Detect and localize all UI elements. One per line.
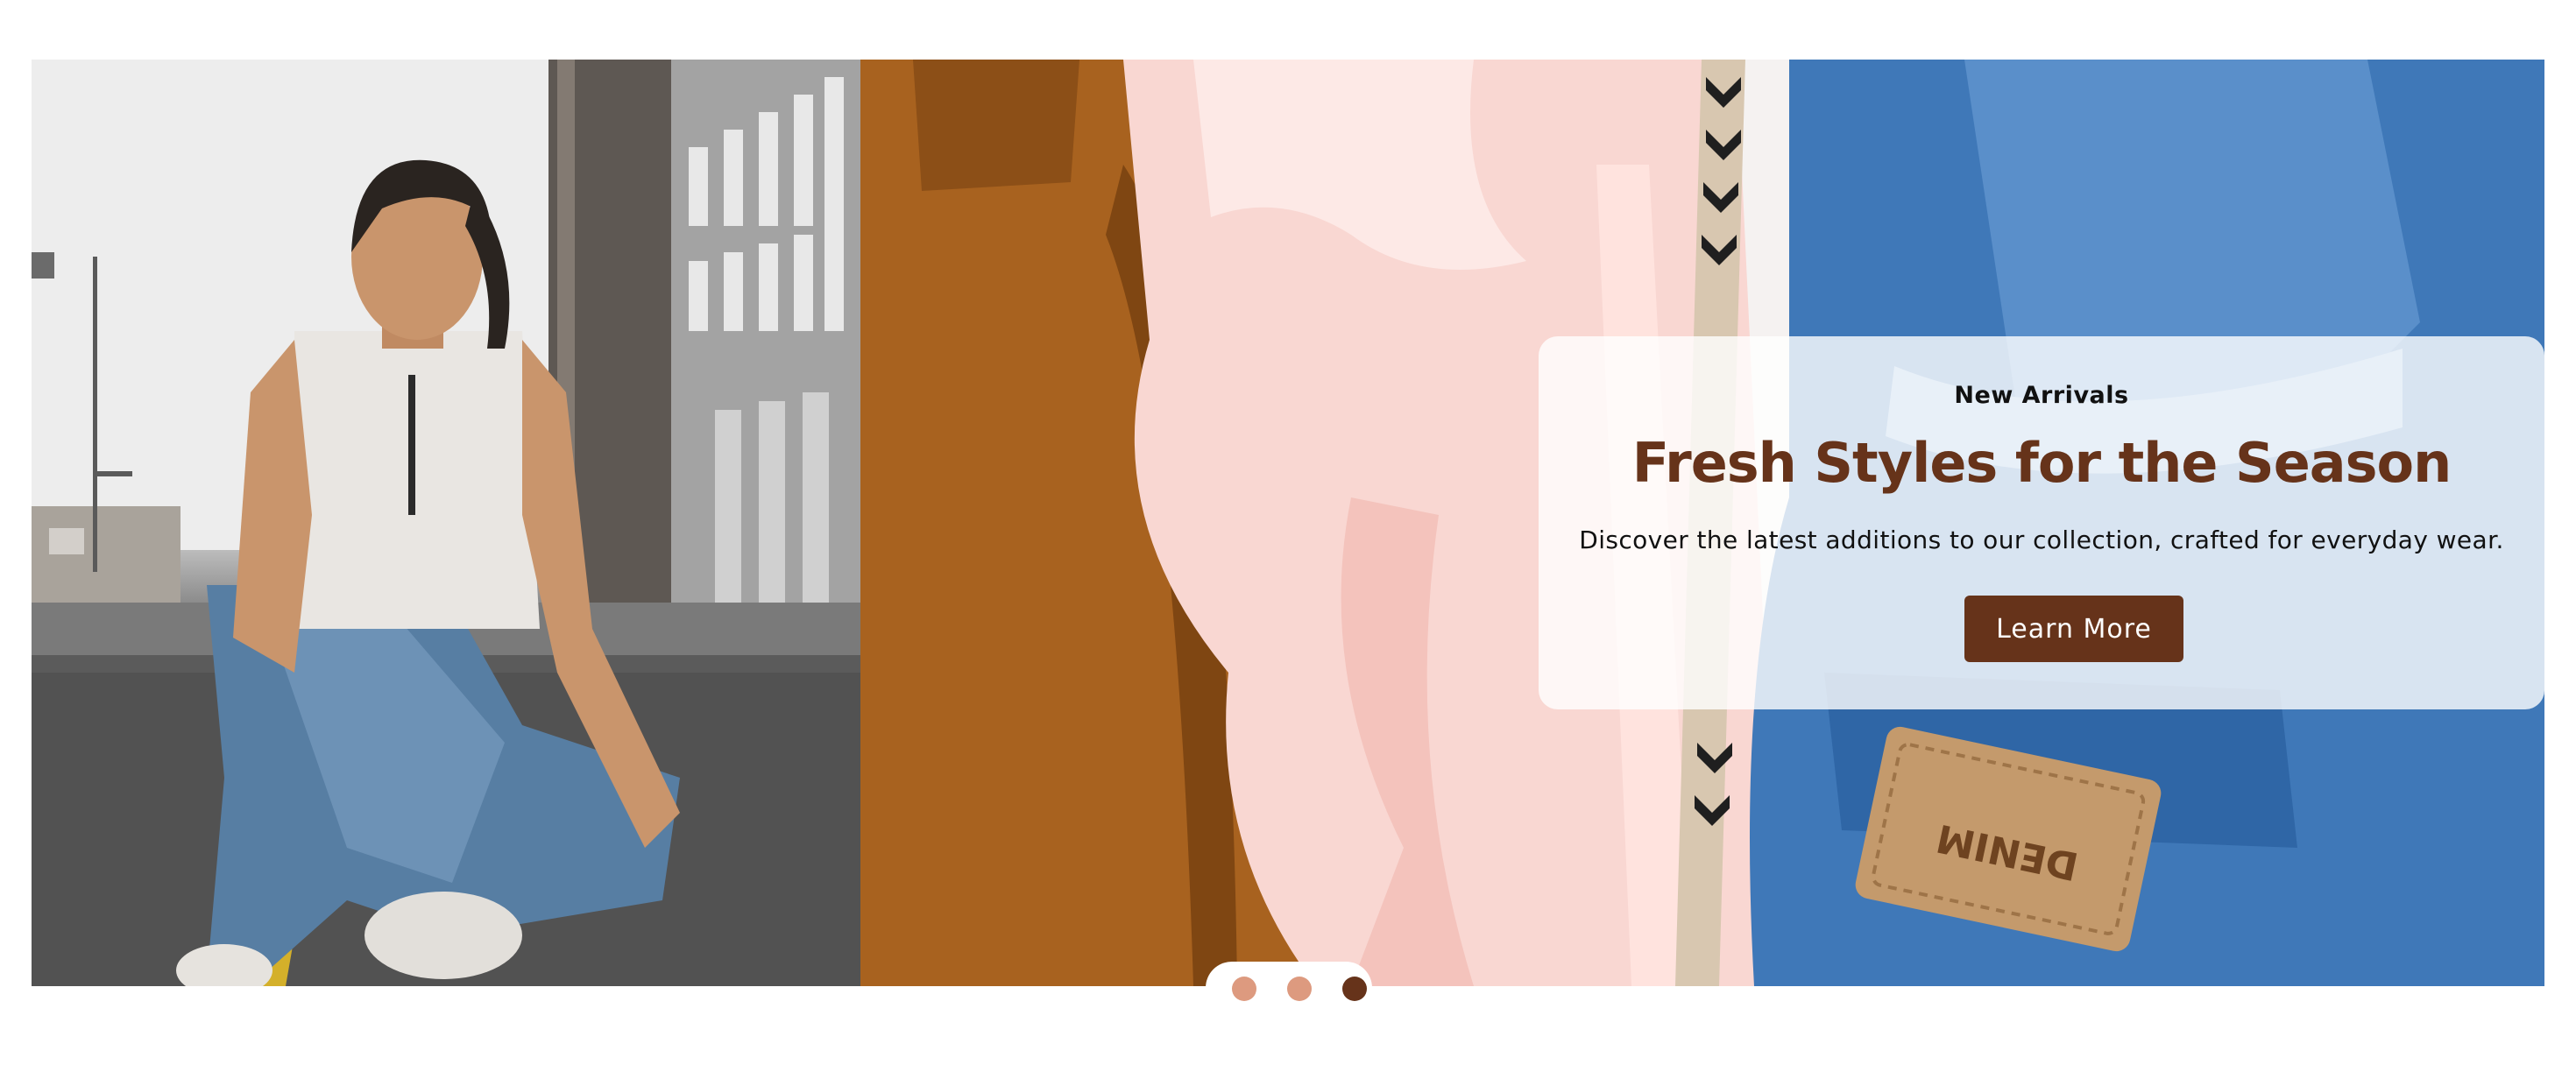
carousel-dot-1[interactable] bbox=[1232, 977, 1256, 1001]
hero-carousel: DENIM New Arrivals Fresh Styles for the … bbox=[32, 60, 2544, 986]
carousel-dot-2[interactable] bbox=[1287, 977, 1312, 1001]
hero-image-model bbox=[32, 60, 860, 986]
learn-more-button[interactable]: Learn More bbox=[1964, 596, 2183, 662]
hero-content-card: New Arrivals Fresh Styles for the Season… bbox=[1539, 336, 2544, 709]
hero-headline: Fresh Styles for the Season bbox=[1631, 431, 2452, 495]
carousel-dot-3[interactable] bbox=[1342, 977, 1367, 1001]
hero-description: Discover the latest additions to our col… bbox=[1579, 525, 2504, 554]
hero-eyebrow: New Arrivals bbox=[1954, 382, 2129, 409]
carousel-pagination bbox=[1206, 962, 1372, 1016]
